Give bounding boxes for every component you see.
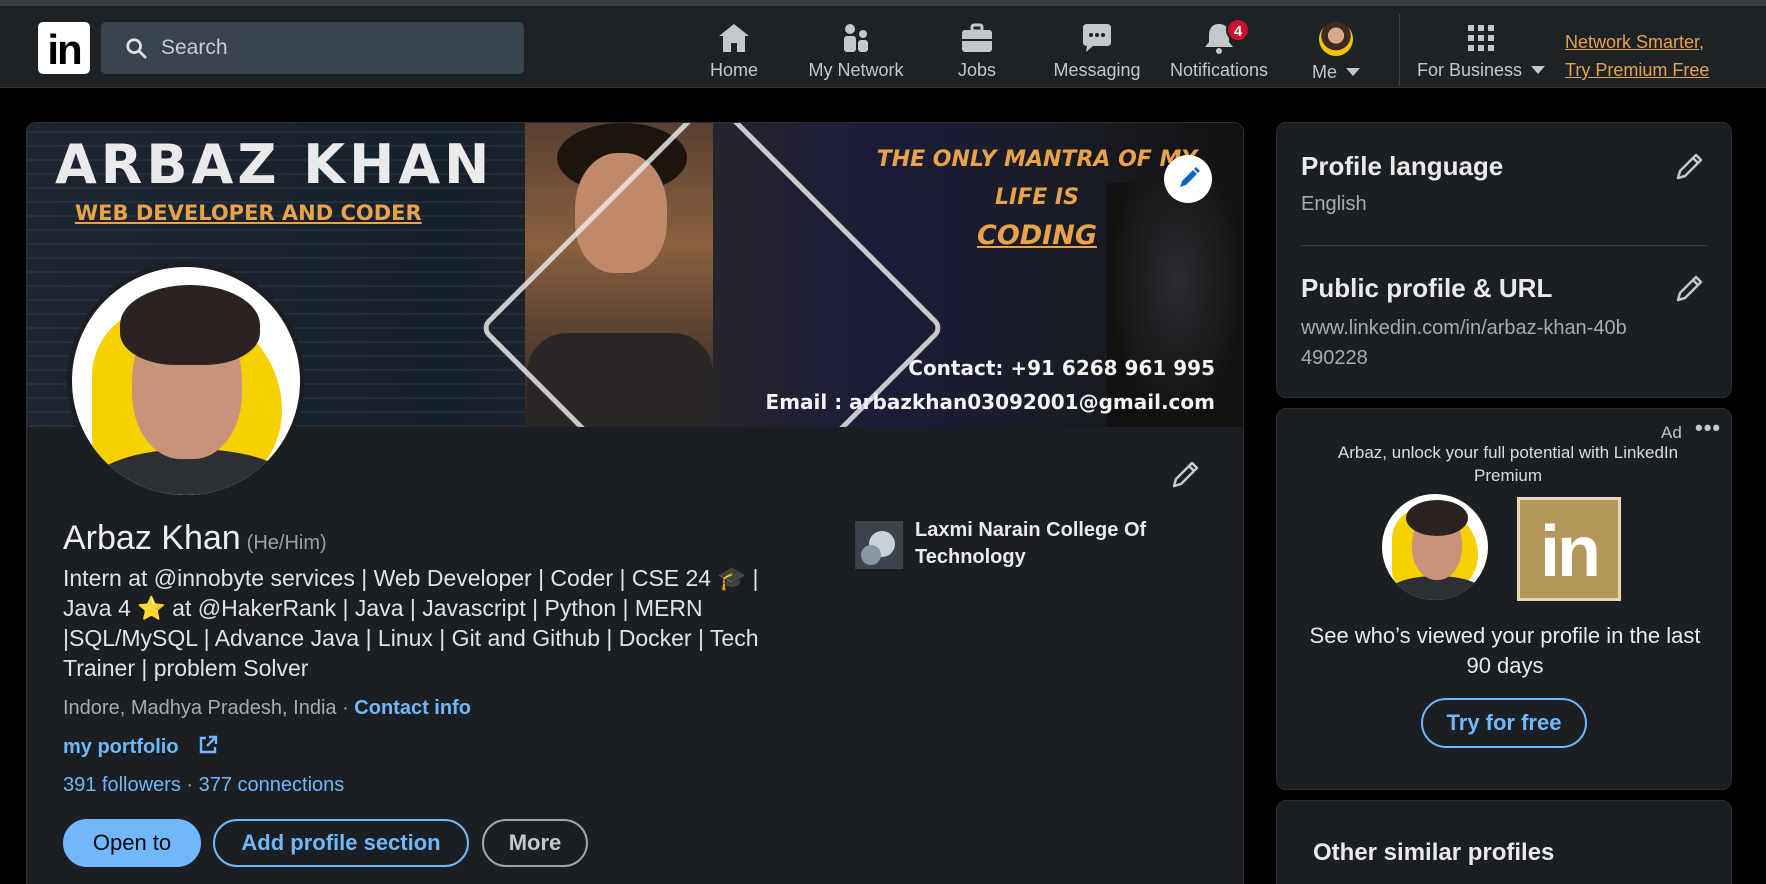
nav-home[interactable]: Home xyxy=(695,20,773,86)
home-icon xyxy=(719,24,749,52)
grid-icon xyxy=(1468,25,1494,51)
banner-mantra: THE ONLY MANTRA OF MY LIFE IS CODING xyxy=(867,141,1207,255)
nav-messaging[interactable]: Messaging xyxy=(1052,20,1142,86)
open-to-button[interactable]: Open to xyxy=(63,819,201,867)
chat-icon xyxy=(1083,24,1111,52)
ad-options-icon[interactable]: ••• xyxy=(1695,415,1721,441)
profile-intro-card: ARBAZ KHAN WEB DEVELOPER AND CODER THE O… xyxy=(26,122,1244,884)
avatar xyxy=(1319,22,1353,56)
contact-info-link[interactable]: Contact info xyxy=(354,697,471,719)
nav-my-network-label: My Network xyxy=(808,60,904,80)
banner-mantra-line-1: THE ONLY MANTRA OF MY LIFE IS xyxy=(876,147,1198,210)
nav-jobs-label: Jobs xyxy=(957,60,997,80)
nav-my-network[interactable]: My Network xyxy=(804,20,908,86)
premium-line-1: Network Smarter, xyxy=(1565,32,1705,52)
nav-jobs[interactable]: Jobs xyxy=(940,20,1014,86)
followers-link[interactable]: 391 followers xyxy=(63,774,181,796)
school-name: Laxmi Narain College Of Technology xyxy=(915,519,1147,568)
profile-name: Arbaz Khan xyxy=(63,519,241,557)
ad-cta-text: See who’s viewed your profile in the las… xyxy=(1309,623,1701,678)
portfolio-link[interactable]: my portfolio xyxy=(63,735,218,759)
search-icon xyxy=(126,38,147,59)
nav-notifications-label: Notifications xyxy=(1169,60,1269,80)
connections-link[interactable]: 377 connections xyxy=(199,774,345,796)
premium-ad-card: Ad ••• Arbaz, unlock your full potential… xyxy=(1276,408,1732,790)
premium-logo-text: in xyxy=(1540,512,1601,592)
briefcase-icon xyxy=(962,23,992,52)
public-profile-title: Public profile & URL xyxy=(1301,273,1553,303)
chevron-down-icon xyxy=(1346,68,1361,76)
nav-for-business-label: For Business xyxy=(1416,60,1523,80)
profile-location-line: Indore, Madhya Pradesh, India · Contact … xyxy=(63,697,471,720)
banner-role: WEB DEVELOPER AND CODER xyxy=(75,201,422,225)
top-nav-bar: in Search Home My Network Jobs Messaging… xyxy=(0,0,1766,88)
profile-location: Indore, Madhya Pradesh, India · xyxy=(63,697,355,719)
search-input[interactable]: Search xyxy=(101,22,524,74)
external-link-icon xyxy=(199,735,218,754)
profile-headline: Intern at @innobyte services | Web Devel… xyxy=(63,565,759,681)
counts-separator: · xyxy=(180,774,199,796)
search-placeholder: Search xyxy=(161,36,228,59)
nav-messaging-label: Messaging xyxy=(1053,60,1141,80)
settings-divider xyxy=(1301,245,1707,246)
more-button[interactable]: More xyxy=(482,819,588,867)
profile-counts: 391 followers · 377 connections xyxy=(63,774,344,797)
try-premium-link[interactable]: Network Smarter, Try Premium Free xyxy=(1565,28,1709,84)
premium-line-2: Try Premium Free xyxy=(1565,60,1710,80)
edit-intro-pencil-icon[interactable] xyxy=(1169,457,1203,491)
profile-photo[interactable] xyxy=(67,262,305,500)
portfolio-label: my portfolio xyxy=(63,736,179,758)
edit-banner-button[interactable] xyxy=(1164,155,1212,203)
chevron-down-icon xyxy=(1531,66,1546,74)
profile-photo-hair xyxy=(120,285,260,365)
profile-name-line: Arbaz Khan (He/Him) xyxy=(63,519,327,558)
profile-language-value: English xyxy=(1301,193,1367,215)
nav-for-business-label-wrap: For Business xyxy=(1416,60,1546,81)
pencil-icon xyxy=(1180,167,1200,187)
nav-me-label-wrap: Me xyxy=(1306,62,1366,83)
nav-for-business[interactable]: For Business xyxy=(1416,20,1546,86)
school-logo-circle-2 xyxy=(861,545,881,565)
profile-settings-card: Profile language English Public profile … xyxy=(1276,122,1732,398)
profile-pronouns: (He/Him) xyxy=(246,532,327,554)
nav-me-label: Me xyxy=(1311,62,1337,82)
network-icon xyxy=(844,24,868,52)
similar-profiles-title: Other similar profiles xyxy=(1313,839,1555,866)
nav-notifications[interactable]: 4 Notifications xyxy=(1166,18,1272,86)
nav-divider xyxy=(1399,14,1400,86)
linkedin-logo-icon[interactable]: in xyxy=(38,22,90,74)
ad-avatar xyxy=(1382,494,1488,600)
edit-language-pencil-icon[interactable] xyxy=(1673,149,1707,183)
banner-email: Email : arbazkhan03092001@gmail.com xyxy=(765,390,1215,414)
nav-me[interactable]: Me xyxy=(1306,20,1366,86)
add-profile-section-button[interactable]: Add profile section xyxy=(213,819,469,867)
public-profile-url[interactable]: www.linkedin.com/in/arbaz-khan-40b490228 xyxy=(1301,313,1631,373)
banner-phone: Contact: +91 6268 961 995 xyxy=(908,356,1215,380)
ad-text: Arbaz, unlock your full potential with L… xyxy=(1337,443,1679,485)
try-for-free-button[interactable]: Try for free xyxy=(1421,698,1587,748)
banner-contact: Contact: +91 6268 961 995 Email : arbazk… xyxy=(766,351,1215,419)
profile-language-title: Profile language xyxy=(1301,151,1504,181)
notification-badge: 4 xyxy=(1226,18,1250,42)
edit-url-pencil-icon[interactable] xyxy=(1673,271,1707,305)
ad-label: Ad xyxy=(1661,423,1682,442)
banner-name: ARBAZ KHAN xyxy=(55,133,494,196)
nav-home-label: Home xyxy=(709,60,758,80)
linkedin-premium-logo-icon: in xyxy=(1517,497,1621,601)
logo-text: in xyxy=(47,26,82,73)
ad-avatar-hair xyxy=(1406,500,1468,536)
education-school[interactable]: Laxmi Narain College Of Technology xyxy=(855,517,1243,577)
similar-profiles-card: Other similar profiles xyxy=(1276,800,1732,884)
banner-mantra-line-2: CODING xyxy=(977,220,1097,251)
school-logo-icon xyxy=(855,521,903,569)
